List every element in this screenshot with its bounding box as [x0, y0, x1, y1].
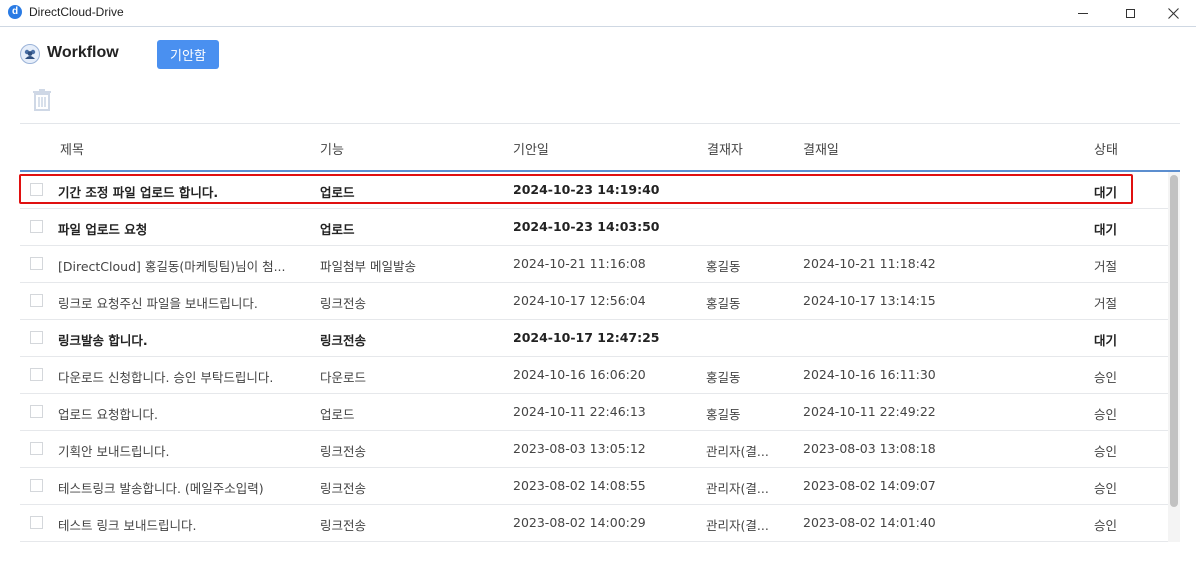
row-title: 업로드 요청합니다. [58, 407, 158, 422]
row-draft-date: 2024-10-11 22:46:13 [513, 404, 646, 419]
row-checkbox[interactable] [30, 294, 43, 307]
table-row[interactable]: 업로드 요청합니다. 업로드 2024-10-11 22:46:13 홍길동 2… [20, 394, 1168, 431]
row-function: 링크전송 [320, 518, 367, 533]
row-checkbox[interactable] [30, 331, 43, 344]
table-body: 기간 조정 파일 업로드 합니다. 업로드 2024-10-23 14:19:4… [20, 172, 1168, 542]
window-titlebar: d DirectCloud-Drive [0, 0, 1196, 27]
table-row[interactable]: 기간 조정 파일 업로드 합니다. 업로드 2024-10-23 14:19:4… [20, 172, 1168, 209]
row-approver: 관리자(결... [706, 444, 769, 459]
column-header-approver[interactable]: 결재자 [707, 139, 743, 158]
row-draft-date: 2023-08-03 13:05:12 [513, 441, 646, 456]
row-approver: 관리자(결... [706, 481, 769, 496]
column-header-draft-date[interactable]: 기안일 [513, 139, 549, 158]
row-status: 대기 [1094, 333, 1118, 348]
row-approval-date: 2024-10-21 11:18:42 [803, 256, 936, 271]
row-title: 테스트 링크 보내드립니다. [58, 518, 197, 533]
row-title: [DirectCloud] 홍길동(마케팅팀)님이 첨... [58, 259, 286, 274]
row-approval-date: 2024-10-17 13:14:15 [803, 293, 936, 308]
row-function: 링크전송 [320, 444, 367, 459]
row-approval-date: 2023-08-02 14:01:40 [803, 515, 936, 530]
row-draft-date: 2024-10-23 14:03:50 [513, 219, 660, 234]
row-function: 링크전송 [320, 481, 367, 496]
draft-box-button[interactable]: 기안함 [157, 40, 219, 69]
row-title: 파일 업로드 요청 [58, 222, 148, 237]
close-button[interactable] [1150, 0, 1196, 26]
column-header-function[interactable]: 기능 [320, 139, 344, 158]
row-title: 링크발송 합니다. [58, 333, 148, 348]
trash-icon [33, 89, 51, 111]
row-status: 승인 [1094, 444, 1118, 459]
row-draft-date: 2024-10-16 16:06:20 [513, 367, 646, 382]
row-checkbox[interactable] [30, 479, 43, 492]
row-function: 업로드 [320, 407, 355, 422]
row-title: 링크로 요청주신 파일을 보내드립니다. [58, 296, 258, 311]
row-draft-date: 2024-10-17 12:56:04 [513, 293, 646, 308]
column-header-status[interactable]: 상태 [1094, 139, 1118, 158]
column-header-approval-date[interactable]: 결재일 [803, 139, 839, 158]
row-status: 승인 [1094, 481, 1118, 496]
delete-button[interactable] [31, 88, 53, 112]
row-checkbox[interactable] [30, 257, 43, 270]
row-title: 기간 조정 파일 업로드 합니다. [58, 185, 219, 200]
row-approver: 홍길동 [706, 370, 741, 385]
minimize-icon [1078, 12, 1088, 14]
row-title: 테스트링크 발송합니다. (메일주소입력) [58, 481, 264, 496]
table-row[interactable]: 링크로 요청주신 파일을 보내드립니다. 링크전송 2024-10-17 12:… [20, 283, 1168, 320]
row-function: 링크전송 [320, 296, 367, 311]
maximize-button[interactable] [1107, 0, 1153, 26]
maximize-icon [1125, 8, 1135, 18]
row-checkbox[interactable] [30, 516, 43, 529]
row-checkbox[interactable] [30, 442, 43, 455]
table-row[interactable]: [DirectCloud] 홍길동(마케팅팀)님이 첨... 파일첨부 메일발송… [20, 246, 1168, 283]
row-approver: 홍길동 [706, 407, 741, 422]
row-status: 승인 [1094, 518, 1118, 533]
row-function: 다운로드 [320, 370, 367, 385]
row-approver: 홍길동 [706, 296, 741, 311]
row-title: 다운로드 신청합니다. 승인 부탁드립니다. [58, 370, 274, 385]
row-status: 승인 [1094, 407, 1118, 422]
row-function: 링크전송 [320, 333, 367, 348]
row-approval-date: 2024-10-11 22:49:22 [803, 404, 936, 419]
row-status: 승인 [1094, 370, 1118, 385]
row-function: 업로드 [320, 222, 355, 237]
table-row[interactable]: 파일 업로드 요청 업로드 2024-10-23 14:03:50 대기 [20, 209, 1168, 246]
row-approver: 홍길동 [706, 259, 741, 274]
row-status: 거절 [1094, 259, 1118, 274]
row-draft-date: 2024-10-17 12:47:25 [513, 330, 660, 345]
row-status: 대기 [1094, 222, 1118, 237]
table-row[interactable]: 다운로드 신청합니다. 승인 부탁드립니다. 다운로드 2024-10-16 1… [20, 357, 1168, 394]
scrollbar-thumb[interactable] [1170, 175, 1178, 507]
row-approval-date: 2024-10-16 16:11:30 [803, 367, 936, 382]
row-approval-date: 2023-08-03 13:08:18 [803, 441, 936, 456]
table-row[interactable]: 테스트 링크 보내드립니다. 링크전송 2023-08-02 14:00:29 … [20, 505, 1168, 542]
row-draft-date: 2024-10-23 14:19:40 [513, 182, 660, 197]
row-status: 거절 [1094, 296, 1118, 311]
row-checkbox[interactable] [30, 405, 43, 418]
row-function: 파일첨부 메일발송 [320, 259, 416, 274]
row-approver: 관리자(결... [706, 518, 769, 533]
row-title: 기획안 보내드립니다. [58, 444, 170, 459]
table-row[interactable]: 기획안 보내드립니다. 링크전송 2023-08-03 13:05:12 관리자… [20, 431, 1168, 468]
column-header-title[interactable]: 제목 [60, 139, 84, 158]
row-checkbox[interactable] [30, 183, 43, 196]
row-approval-date: 2023-08-02 14:09:07 [803, 478, 936, 493]
app-logo-icon: d [8, 5, 22, 19]
workflow-icon [20, 44, 40, 64]
page-title: Workflow [47, 44, 119, 61]
row-status: 대기 [1094, 185, 1118, 200]
row-draft-date: 2024-10-21 11:16:08 [513, 256, 646, 271]
window-title: DirectCloud-Drive [29, 5, 124, 19]
row-function: 업로드 [320, 185, 355, 200]
close-icon [1167, 7, 1179, 19]
table-header: 제목 기능 기안일 결재자 결재일 상태 [20, 124, 1180, 170]
minimize-button[interactable] [1060, 0, 1106, 26]
row-draft-date: 2023-08-02 14:00:29 [513, 515, 646, 530]
table-row[interactable]: 링크발송 합니다. 링크전송 2024-10-17 12:47:25 대기 [20, 320, 1168, 357]
table-row[interactable]: 테스트링크 발송합니다. (메일주소입력) 링크전송 2023-08-02 14… [20, 468, 1168, 505]
row-draft-date: 2023-08-02 14:08:55 [513, 478, 646, 493]
row-checkbox[interactable] [30, 220, 43, 233]
row-checkbox[interactable] [30, 368, 43, 381]
